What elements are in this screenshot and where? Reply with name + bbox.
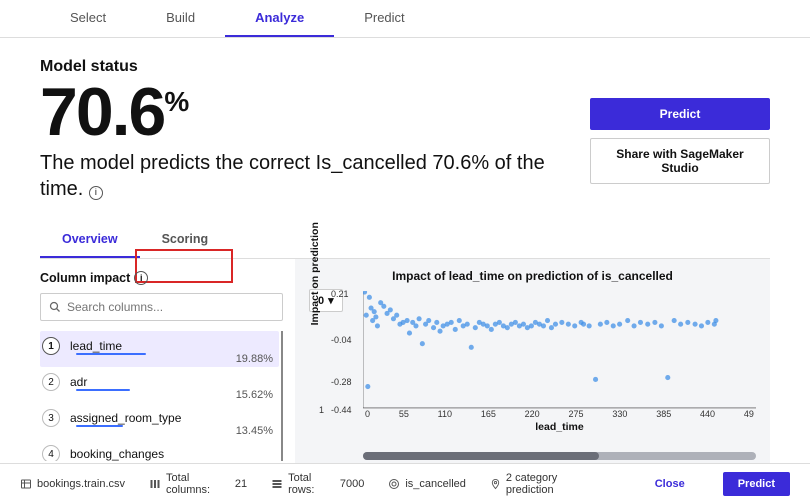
ci-pct: 19.88% [236,353,273,365]
ci-row-assigned-room-type[interactable]: 3 assigned_room_type 13.45% [40,403,279,439]
x-axis-label: lead_time [363,421,756,433]
ci-name: adr [70,375,273,389]
analyze-body: Column impact i 1 lead_time 19.88% 2 a [40,259,770,464]
column-search[interactable] [40,293,283,321]
x-tick: 0 [365,409,370,419]
plot-scrollbar[interactable] [363,452,756,460]
status-row: 70.6% The model predicts the correct Is_… [40,78,770,202]
ci-row-booking-changes[interactable]: 4 booking_changes 7.95% [40,439,279,461]
y-tick: -0.04 [331,335,352,345]
y-axis-label: Impact on prediction [309,222,321,325]
column-impact-panel: Column impact i 1 lead_time 19.88% 2 a [40,259,295,464]
y-tick: -0.28 [331,377,352,387]
scatter-chart [363,291,756,409]
footer-rows-label: Total rows: [288,472,327,496]
accuracy-subtitle: The model predicts the correct Is_cancel… [40,150,570,202]
y-tick: -0.44 [331,405,352,415]
content: Model status 70.6% The model predicts th… [0,38,810,464]
ci-pct: 15.62% [236,389,273,401]
accuracy-number: 70.6 [40,74,164,150]
footer-cols-label: Total columns: [166,472,222,496]
footer-bar: bookings.train.csv Total columns: 21 Tot… [0,463,810,504]
pin-icon [490,478,501,490]
sub-tabs: Overview Scoring [40,222,770,259]
y-one-label: 1 [319,405,324,415]
ci-rank: 4 [42,445,60,461]
footer-target-value: is_cancelled [405,478,466,490]
footer-rows-value: 7000 [340,478,364,490]
x-tick: 55 [399,409,409,419]
footer-rows: Total rows: 7000 [271,472,364,496]
info-icon[interactable]: i [134,271,148,285]
x-ticks: 0 55 110 165 220 275 330 385 440 49 [363,409,756,419]
predict-button[interactable]: Predict [590,98,770,130]
footer-cols-value: 21 [235,478,247,490]
subtab-overview[interactable]: Overview [40,222,140,258]
search-icon [49,301,61,313]
ci-bar [76,389,130,392]
target-icon [388,478,400,490]
ci-row-adr[interactable]: 2 adr 15.62% [40,367,279,403]
x-tick: 165 [481,409,496,419]
ci-bar [76,461,104,462]
footer-file: bookings.train.csv [20,478,125,490]
x-tick: 110 [438,409,452,419]
ci-rank: 1 [42,337,60,355]
footer-predtype-value: 2 category prediction [506,472,593,496]
top-tabs: Select Build Analyze Predict [0,0,810,38]
ci-name: booking_changes [70,447,273,461]
ci-name: assigned_room_type [70,411,273,425]
ci-bar [76,425,123,428]
close-button[interactable]: Close [641,473,699,495]
footer-prediction-type: 2 category prediction [490,472,593,496]
tab-select[interactable]: Select [40,0,136,37]
info-icon[interactable]: i [89,186,103,200]
footer-columns: Total columns: 21 [149,472,247,496]
impact-plot-panel: Impact of lead_time on prediction of is_… [295,259,770,464]
y-tick: 0.21 [331,289,349,299]
share-sagemaker-button[interactable]: Share with SageMaker Studio [590,138,770,184]
x-tick: 385 [656,409,671,419]
ci-rank: 3 [42,409,60,427]
ci-title-text: Column impact [40,271,130,285]
x-tick: 275 [569,409,584,419]
accuracy-value: 70.6% [40,78,570,146]
ci-pct: 13.45% [236,425,273,437]
footer-file-name: bookings.train.csv [37,478,125,490]
footer-predict-button[interactable]: Predict [723,472,790,496]
subtitle-text: The model predicts the correct Is_cancel… [40,152,545,200]
table-icon [20,478,32,490]
column-impact-title: Column impact i [40,271,283,285]
tab-build[interactable]: Build [136,0,225,37]
x-tick: 440 [700,409,715,419]
ci-rank: 2 [42,373,60,391]
column-impact-list[interactable]: 1 lead_time 19.88% 2 adr 15.62% 3 assign… [40,331,283,461]
tab-analyze[interactable]: Analyze [225,0,334,37]
search-input[interactable] [67,300,274,314]
percent-sign: % [164,86,187,117]
plot-title: Impact of lead_time on prediction of is_… [309,269,756,283]
ci-row-lead-time[interactable]: 1 lead_time 19.88% [40,331,279,367]
tab-predict[interactable]: Predict [334,0,434,37]
plot-area: Impact on prediction 0.21 -0.04 -0.28 -0… [363,291,756,450]
columns-icon [149,478,161,490]
x-tick: 330 [612,409,627,419]
footer-target: is_cancelled [388,478,466,490]
ci-name: lead_time [70,339,273,353]
subtab-scoring[interactable]: Scoring [140,222,231,258]
ci-bar [76,353,146,356]
plot-scrollbar-thumb[interactable] [363,452,599,460]
x-tick: 220 [525,409,540,419]
x-tick: 49 [744,409,754,419]
rows-icon [271,478,283,490]
